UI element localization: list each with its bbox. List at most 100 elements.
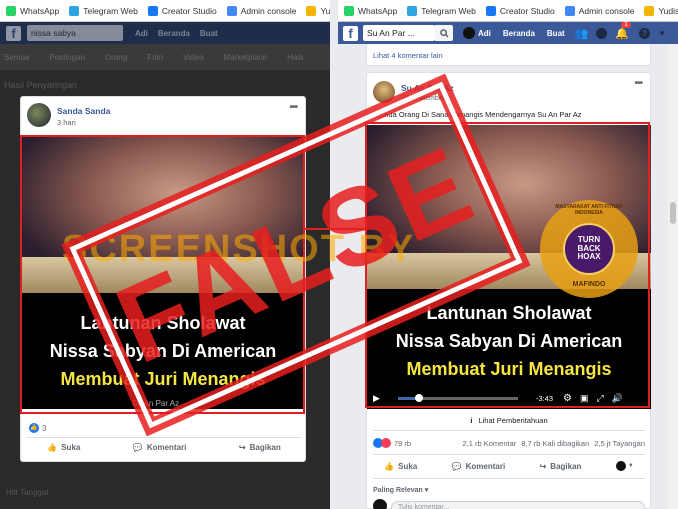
post-time[interactable]: 3 hari	[57, 118, 76, 127]
tab-posts[interactable]: Postingan	[49, 53, 85, 62]
search-input[interactable]: nissa sabya	[27, 25, 123, 41]
bookmark-item[interactable]: Admin console	[226, 5, 297, 16]
info-icon: i	[470, 416, 473, 425]
audience-selector[interactable]: ▼	[615, 461, 634, 471]
bookmark-label: Telegram Web	[421, 5, 476, 16]
comments-count[interactable]: 2,1 rb Komentar	[463, 439, 517, 448]
facebook-logo[interactable]: f	[343, 25, 358, 41]
bookmark-icon	[147, 5, 158, 16]
tab-marketplace[interactable]: Marketplace	[224, 53, 268, 62]
search-input[interactable]: Su An Par ...	[363, 25, 435, 41]
divider	[373, 454, 645, 455]
divider	[27, 437, 301, 438]
logo-bottom-text: MAFINDO	[572, 281, 606, 288]
bookmark-icon	[485, 5, 496, 16]
tab-videos[interactable]: Video	[183, 53, 203, 62]
bookmark-icon	[226, 5, 237, 16]
reactions-count[interactable]: 79 rb	[394, 439, 411, 448]
bookmark-label: Admin console	[240, 5, 297, 16]
bookmark-label: WhatsApp	[358, 5, 398, 16]
bookmark-item[interactable]: Yudistira	[644, 5, 678, 16]
share-button[interactable]: ↪ Bagikan	[540, 462, 582, 471]
reactions-summary[interactable]: 👍 3	[29, 423, 46, 433]
scrollbar-thumb[interactable]	[670, 202, 676, 224]
nav-profile[interactable]: Adi	[478, 29, 491, 38]
bookmark-icon	[407, 5, 418, 16]
post-actions: 👍 Suka 💬 Komentari ↪ Bagikan	[21, 443, 307, 452]
bookmarks-bar: WhatsApp Telegram Web Creator Studio Admin …	[0, 0, 353, 22]
nav-home[interactable]: Beranda	[158, 29, 190, 38]
divider	[373, 430, 645, 431]
comment-button[interactable]: 💬 Komentari	[452, 462, 506, 471]
messenger-icon[interactable]	[596, 27, 608, 39]
bookmark-icon	[69, 5, 80, 16]
bookmark-item[interactable]: Creator Studio	[147, 5, 217, 16]
bookmark-icon	[644, 5, 655, 16]
nav-home[interactable]: Beranda	[503, 29, 535, 38]
bookmark-icon	[6, 5, 16, 16]
friends-icon[interactable]: 👥	[575, 27, 589, 40]
avatar[interactable]	[463, 27, 475, 39]
facebook-header: f nissa sabya Adi Beranda Buat	[0, 22, 330, 44]
more-comments-link[interactable]: Lihat 4 komentar lain	[373, 51, 443, 60]
avatar[interactable]	[27, 103, 51, 127]
see-notification-link[interactable]: i Lihat Pemberitahuan	[367, 416, 651, 425]
previous-post-tail: Lihat 4 komentar lain	[366, 44, 651, 66]
logo-center: TURN BACK HOAX	[563, 223, 615, 275]
more-options-icon[interactable]: •••	[289, 102, 297, 113]
divider	[373, 478, 645, 479]
nav-create[interactable]: Buat	[200, 29, 218, 38]
bookmarks-bar: WhatsApp Telegram Web Creator Studio Admin …	[338, 0, 678, 22]
reactions-count: 3	[42, 423, 47, 433]
tab-photos[interactable]: Foto	[147, 53, 163, 62]
tab-people[interactable]: Orang	[105, 53, 127, 62]
notification-badge: 1	[621, 21, 631, 28]
share-button[interactable]: ↪ Bagikan	[239, 443, 281, 452]
bookmark-item[interactable]: Creator Studio	[485, 5, 555, 16]
bookmark-icon	[306, 5, 317, 16]
bookmark-label: WhatsApp	[20, 5, 60, 16]
share-icon: ↪	[238, 443, 246, 452]
like-icon: 👍	[384, 461, 395, 471]
facebook-logo[interactable]: f	[6, 25, 21, 41]
bookmark-icon	[564, 5, 575, 16]
post-actions: 👍 Suka 💬 Komentari ↪ Bagikan ▼	[367, 461, 651, 471]
search-button[interactable]	[435, 25, 453, 41]
views-count: 2,5 jt Tayangan	[594, 438, 645, 448]
like-button[interactable]: 👍 Suka	[47, 443, 80, 452]
bookmark-label: Telegram Web	[83, 5, 138, 16]
nav-create[interactable]: Buat	[547, 29, 565, 38]
notifications-icon[interactable]: 🔔 1	[615, 21, 631, 40]
like-icon: 👍	[47, 443, 58, 452]
bookmark-label: Creator Studio	[499, 5, 555, 16]
post-author[interactable]: Sanda Sanda	[57, 106, 110, 116]
nav-profile[interactable]: Adi	[135, 29, 148, 38]
comment-button[interactable]: 💬 Komentari	[133, 443, 187, 452]
search-icon	[439, 28, 449, 38]
comment-icon: 💬	[132, 443, 143, 452]
bookmark-item[interactable]: WhatsApp	[6, 5, 60, 16]
comment-icon: 💬	[451, 461, 462, 471]
tab-pages[interactable]: Hala	[287, 53, 303, 62]
search-filter-tabs: Semua Postingan Orang Foto Video Marketp…	[0, 44, 330, 70]
bookmark-item[interactable]: Telegram Web	[407, 5, 476, 16]
comment-sort-dropdown[interactable]: Paling Relevan ▾	[373, 486, 428, 494]
chevron-down-icon[interactable]: ▼	[658, 29, 666, 38]
avatar	[615, 461, 626, 471]
shares-count[interactable]: 8,7 rb Kali dibagikan	[521, 439, 589, 448]
help-icon[interactable]: ?	[639, 27, 651, 39]
more-options-icon[interactable]: •••	[634, 78, 642, 89]
like-button[interactable]: 👍 Suka	[384, 462, 417, 471]
bookmark-item[interactable]: Telegram Web	[69, 5, 138, 16]
bookmark-item[interactable]: Admin console	[564, 5, 634, 16]
bookmark-item[interactable]: WhatsApp	[344, 5, 398, 16]
bookmark-icon	[344, 5, 354, 16]
bookmark-label: Creator Studio	[161, 5, 217, 16]
avatar	[373, 499, 387, 509]
comment-input[interactable]: Tulis komentar...	[391, 501, 645, 509]
sidebar-footer: Hitt Tanggal	[6, 488, 49, 497]
tab-all[interactable]: Semua	[4, 53, 29, 62]
bookmark-label: Yudistira	[658, 5, 678, 16]
scrollbar[interactable]	[668, 44, 678, 509]
chevron-down-icon: ▼	[627, 463, 634, 469]
